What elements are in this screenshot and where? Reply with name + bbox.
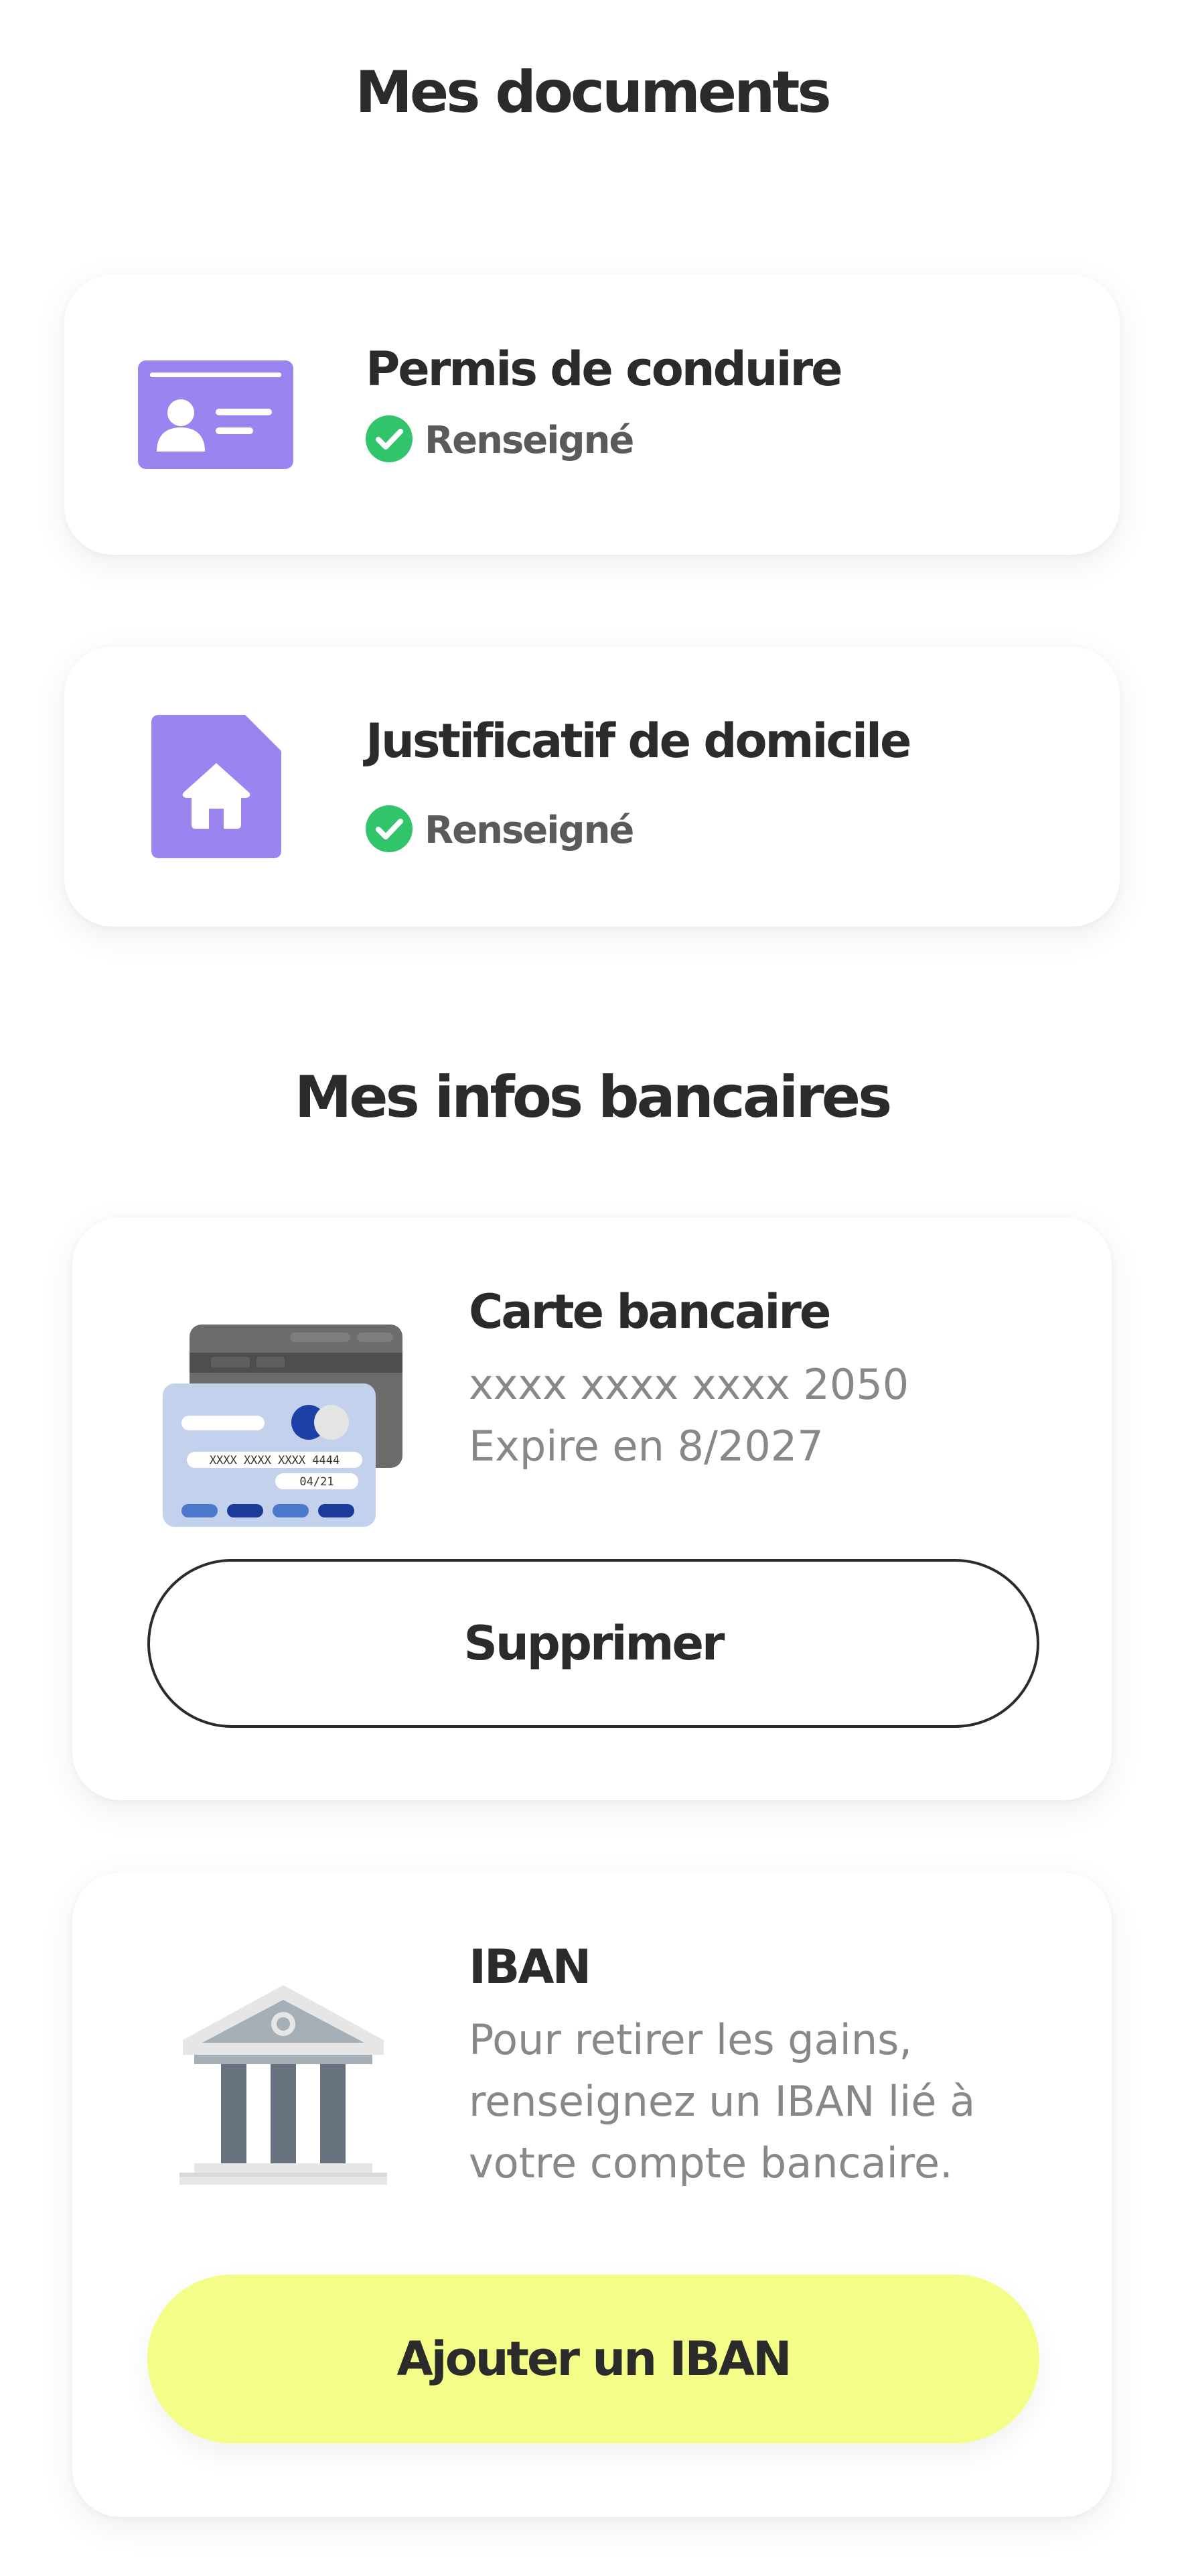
iban-card: IBAN Pour retirer les gains, renseignez …: [72, 1873, 1112, 2517]
add-iban-button[interactable]: Ajouter un IBAN: [147, 2275, 1039, 2443]
card-illustration-number: XXXX XXXX XXXX 4444: [210, 1454, 340, 1467]
status-label: Renseigné: [425, 809, 634, 852]
card-illustration-expiry: 04/21: [299, 1475, 334, 1489]
id-card-icon: [138, 360, 293, 469]
proof-of-address-card[interactable]: Justificatif de domicile Renseigné: [64, 647, 1120, 927]
credit-card-expiry: Expire en 8/2027: [469, 1422, 824, 1471]
credit-card-number: xxxx xxxx xxxx 2050: [469, 1360, 909, 1409]
status-label: Renseigné: [425, 419, 634, 462]
driving-license-title: Permis de conduire: [366, 342, 843, 397]
iban-description-line: renseignez un IBAN lié à: [469, 2077, 976, 2126]
credit-card-card: XXXX XXXX XXXX 4444 04/21 Carte bancaire…: [72, 1217, 1112, 1800]
home-document-icon: [151, 715, 281, 858]
credit-card-title: Carte bancaire: [469, 1284, 831, 1339]
check-circle-icon: [366, 415, 413, 466]
proof-of-address-status: Renseigné: [366, 805, 634, 856]
driving-license-status: Renseigné: [366, 415, 634, 466]
driving-license-card[interactable]: Permis de conduire Renseigné: [64, 275, 1120, 555]
proof-of-address-title: Justificatif de domicile: [366, 714, 912, 768]
delete-card-button[interactable]: Supprimer: [147, 1559, 1039, 1728]
check-circle-icon: [366, 805, 413, 856]
iban-title: IBAN: [469, 1940, 591, 1994]
bank-section-title: Mes infos bancaires: [294, 1064, 893, 1131]
documents-section-title: Mes documents: [355, 59, 831, 126]
iban-description-line: votre compte bancaire.: [469, 2139, 953, 2187]
iban-description-line: Pour retirer les gains,: [469, 2015, 913, 2064]
credit-card-icon: XXXX XXXX XXXX 4444 04/21: [163, 1325, 411, 1527]
bank-building-icon: [179, 1980, 387, 2187]
